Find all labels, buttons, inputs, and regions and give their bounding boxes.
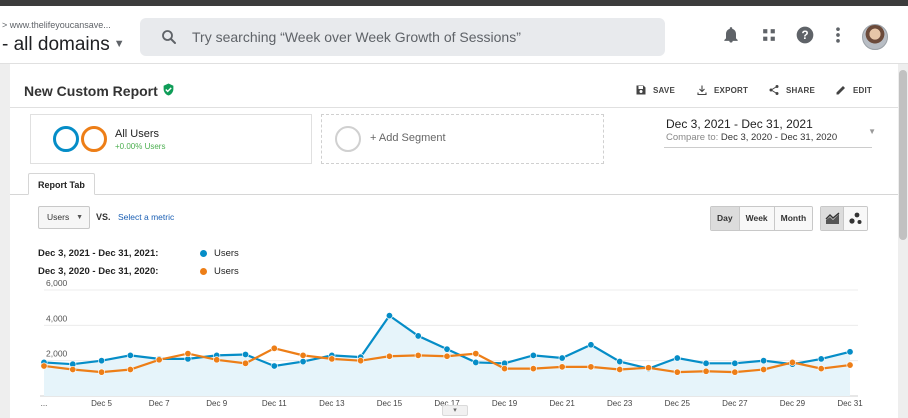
current-series-point xyxy=(529,351,537,359)
x-tick-label: Dec 27 xyxy=(722,399,748,408)
previous-series-point xyxy=(443,352,451,360)
x-tick-label: Dec 11 xyxy=(262,399,287,408)
x-tick-label: Dec 31 xyxy=(837,399,863,408)
previous-series-point xyxy=(529,365,537,373)
previous-series-point xyxy=(213,356,221,364)
x-tick-label: Dec 15 xyxy=(377,399,403,408)
previous-series-point xyxy=(673,368,681,376)
current-series-point xyxy=(242,350,250,358)
current-series-point xyxy=(299,358,307,366)
page-scrollbar[interactable] xyxy=(899,70,907,240)
previous-series-point xyxy=(242,359,250,367)
current-series-point xyxy=(558,354,566,362)
previous-series-point xyxy=(817,365,825,373)
current-series-point xyxy=(385,312,393,320)
current-series-point xyxy=(817,355,825,363)
x-tick-label: ... xyxy=(41,399,48,408)
current-series-point xyxy=(126,351,134,359)
previous-series-point xyxy=(558,363,566,371)
x-tick-label: Dec 9 xyxy=(206,399,227,408)
x-tick-label: Dec 29 xyxy=(780,399,806,408)
previous-series-point xyxy=(587,363,595,371)
current-series-point xyxy=(270,362,278,370)
current-series-point xyxy=(98,357,106,365)
previous-series-point xyxy=(40,362,48,370)
previous-series-point xyxy=(788,358,796,366)
x-tick-label: Dec 13 xyxy=(319,399,345,408)
x-tick-label: Dec 21 xyxy=(549,399,575,408)
current-series-point xyxy=(846,348,854,356)
previous-series-point xyxy=(472,350,480,358)
current-series-point xyxy=(472,358,480,366)
y-tick-label: 2,000 xyxy=(46,349,68,359)
x-tick-label: Dec 19 xyxy=(492,399,518,408)
x-tick-label: Dec 23 xyxy=(607,399,633,408)
previous-series-point xyxy=(616,365,624,373)
previous-series-point xyxy=(760,365,768,373)
current-series-point xyxy=(414,332,422,340)
previous-series-point xyxy=(501,365,509,373)
y-tick-label: 6,000 xyxy=(46,278,68,288)
previous-series-point xyxy=(385,352,393,360)
previous-series-point xyxy=(644,364,652,372)
current-series-point xyxy=(587,341,595,349)
previous-series-point xyxy=(328,355,336,363)
previous-series-point xyxy=(184,350,192,358)
chart-resize-handle[interactable]: ▾ xyxy=(442,405,468,416)
x-tick-label: Dec 7 xyxy=(149,399,170,408)
previous-series-point xyxy=(126,365,134,373)
previous-series-point xyxy=(155,356,163,364)
previous-series-point xyxy=(98,368,106,376)
current-series-point xyxy=(731,359,739,367)
current-series-point xyxy=(616,358,624,366)
current-series-point xyxy=(760,357,768,365)
users-line-chart: 6,000 4,000 2,000... Dec 5 Dec 7 Dec 9 Dec 11 D… xyxy=(40,278,863,408)
previous-series-point xyxy=(414,351,422,359)
previous-series-point xyxy=(69,365,77,373)
current-series-point xyxy=(443,345,451,353)
x-tick-label: Dec 25 xyxy=(665,399,691,408)
previous-series-point xyxy=(357,357,365,365)
y-tick-label: 4,000 xyxy=(46,313,68,323)
current-series-point xyxy=(702,359,710,367)
previous-series-point xyxy=(702,367,710,375)
previous-series-point xyxy=(299,351,307,359)
current-series-point xyxy=(673,354,681,362)
previous-series-point xyxy=(731,368,739,376)
previous-series-point xyxy=(846,361,854,369)
x-tick-label: Dec 5 xyxy=(91,399,112,408)
previous-series-point xyxy=(270,344,278,352)
